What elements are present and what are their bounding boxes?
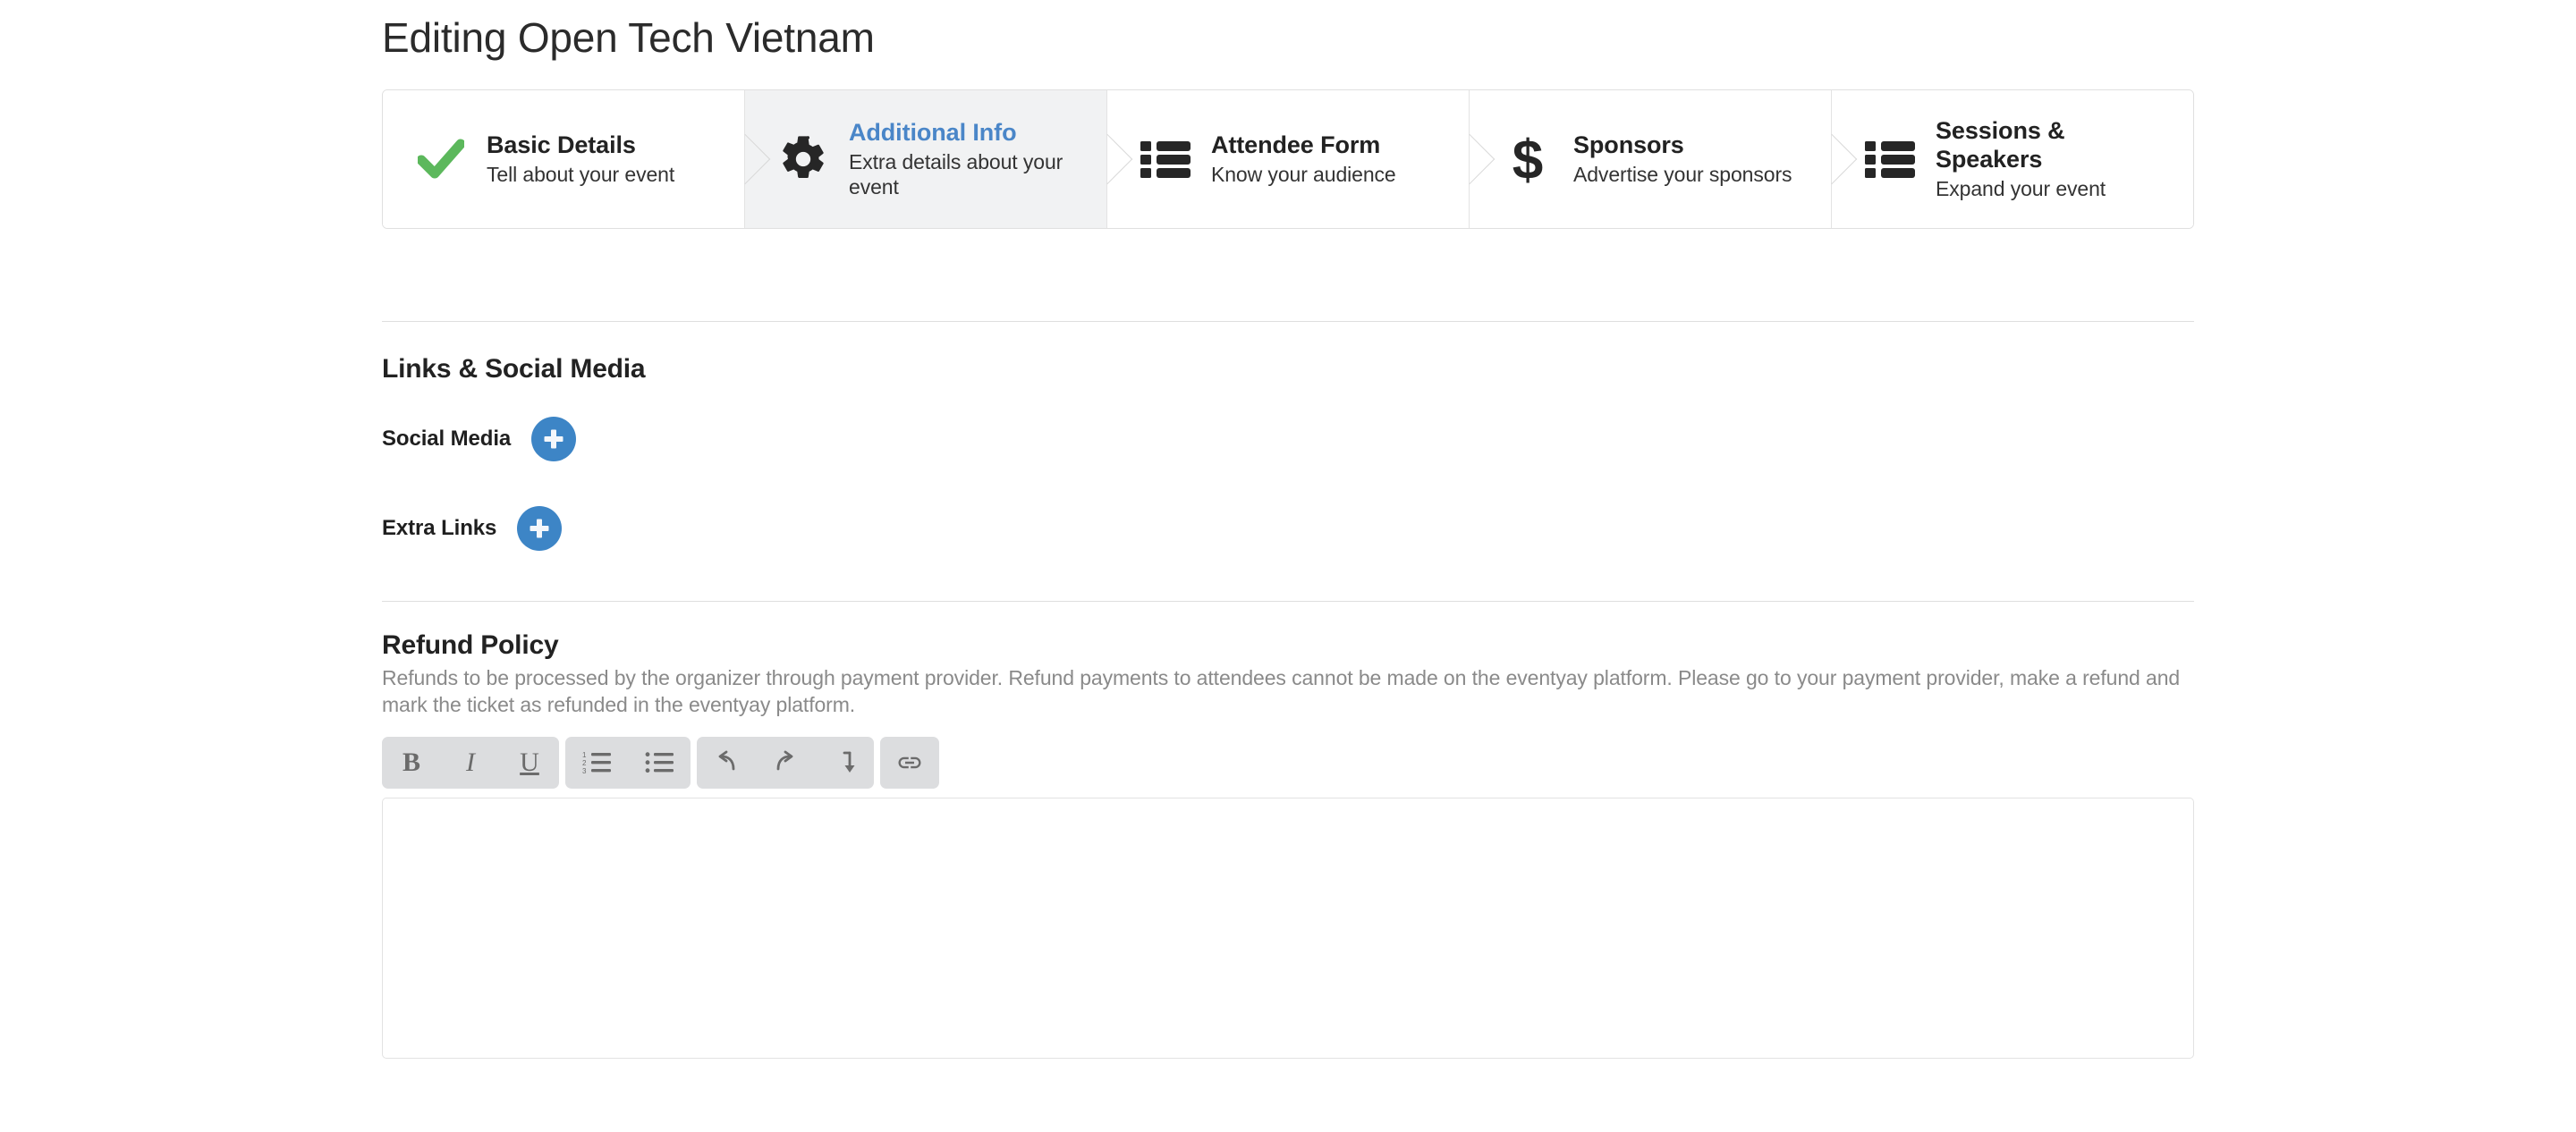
wizard-step-attendee-form[interactable]: Attendee Form Know your audience <box>1107 90 1496 229</box>
ordered-list-icon: 1 2 3 <box>582 750 611 775</box>
wizard-step-sponsors[interactable]: $ Sponsors Advertise your sponsors <box>1470 90 1858 229</box>
bold-button[interactable]: B <box>382 737 441 789</box>
gear-icon <box>772 128 835 190</box>
wizard-step-title: Additional Info <box>849 118 1017 146</box>
toolbar-group-history <box>697 736 874 789</box>
list-icon <box>1134 128 1197 190</box>
wizard-step-title: Attendee Form <box>1211 131 1381 158</box>
links-and-social-media-section: Links & Social Media Social Media Extra … <box>382 354 2194 552</box>
ordered-list-button[interactable]: 1 2 3 <box>565 737 628 789</box>
link-button[interactable] <box>880 737 939 789</box>
link-icon <box>896 749 923 776</box>
italic-button[interactable]: I <box>441 737 500 789</box>
wizard-step-text: Sponsors Advertise your sponsors <box>1573 131 1808 188</box>
links-section-heading: Links & Social Media <box>382 354 646 384</box>
social-media-label: Social Media <box>382 427 512 452</box>
redo-icon <box>772 749 799 776</box>
wizard-step-basic-details[interactable]: Basic Details Tell about your event <box>383 90 771 229</box>
wizard-step-subtitle: Expand your event <box>1936 177 2106 201</box>
svg-text:3: 3 <box>582 767 587 775</box>
wizard-step-text: Sessions & Speakers Expand your event <box>1936 117 2193 201</box>
underline-button[interactable]: U <box>500 737 559 789</box>
editor-toolbar: B I U 1 2 3 <box>382 736 2194 789</box>
wizard-step-text: Attendee Form Know your audience <box>1211 131 1412 188</box>
svg-text:1: 1 <box>582 751 587 759</box>
italic-icon: I <box>466 747 475 777</box>
wizard-step-additional-info[interactable]: Additional Info Extra details about your… <box>745 90 1133 229</box>
bold-icon: B <box>402 747 420 777</box>
wizard-step-title: Basic Details <box>487 131 636 158</box>
redo-button[interactable] <box>756 737 815 789</box>
plus-icon <box>528 517 551 540</box>
list-icon <box>1859 128 1921 190</box>
dollar-icon: $ <box>1496 128 1559 190</box>
refund-policy-section: Refund Policy Refunds to be processed by… <box>382 630 2194 1059</box>
toolbar-group-lists: 1 2 3 <box>565 736 691 789</box>
bullet-list-icon <box>645 750 674 775</box>
page-title: Editing Open Tech Vietnam <box>382 14 875 61</box>
section-divider-top <box>382 321 2194 323</box>
refund-policy-editor: B I U 1 2 3 <box>382 736 2194 1059</box>
undo-button[interactable] <box>697 737 756 789</box>
wizard-step-title: Sessions & Speakers <box>1936 117 2065 173</box>
event-wizard-steps: Basic Details Tell about your event Addi… <box>382 89 2194 230</box>
bullet-list-button[interactable] <box>628 737 691 789</box>
refund-policy-description: Refunds to be processed by the organizer… <box>382 666 2181 717</box>
wizard-step-sessions-speakers[interactable]: Sessions & Speakers Expand your event <box>1832 90 2193 229</box>
content-container: Editing Open Tech Vietnam Basic Details … <box>382 0 2194 1059</box>
add-social-media-button[interactable] <box>531 417 577 462</box>
indent-button[interactable] <box>815 737 874 789</box>
toolbar-group-text-style: B I U <box>382 736 559 789</box>
extra-links-row: Extra Links <box>382 506 2194 552</box>
social-media-row: Social Media <box>382 417 2194 462</box>
undo-icon <box>713 749 740 776</box>
wizard-step-title: Sponsors <box>1573 131 1684 158</box>
section-divider-bottom <box>382 601 2194 603</box>
wizard-step-text: Additional Info Extra details about your… <box>849 119 1106 200</box>
svg-text:$: $ <box>1513 130 1543 189</box>
refund-policy-textarea[interactable] <box>382 797 2194 1059</box>
plus-icon <box>542 427 565 451</box>
wizard-step-subtitle: Tell about your event <box>487 163 675 187</box>
refund-policy-heading: Refund Policy <box>382 630 559 661</box>
wizard-step-text: Basic Details Tell about your event <box>487 131 691 188</box>
underline-icon: U <box>520 747 539 777</box>
wizard-step-subtitle: Know your audience <box>1211 163 1396 187</box>
extra-links-label: Extra Links <box>382 516 497 541</box>
check-icon <box>410 128 472 190</box>
arrow-down-indent-icon <box>833 749 856 776</box>
wizard-step-subtitle: Advertise your sponsors <box>1573 163 1792 187</box>
app-root: Editing Open Tech Vietnam Basic Details … <box>0 0 2576 1132</box>
toolbar-group-link <box>880 736 939 789</box>
wizard-step-subtitle: Extra details about your event <box>849 150 1063 199</box>
svg-text:2: 2 <box>582 759 587 767</box>
add-extra-link-button[interactable] <box>517 506 563 552</box>
